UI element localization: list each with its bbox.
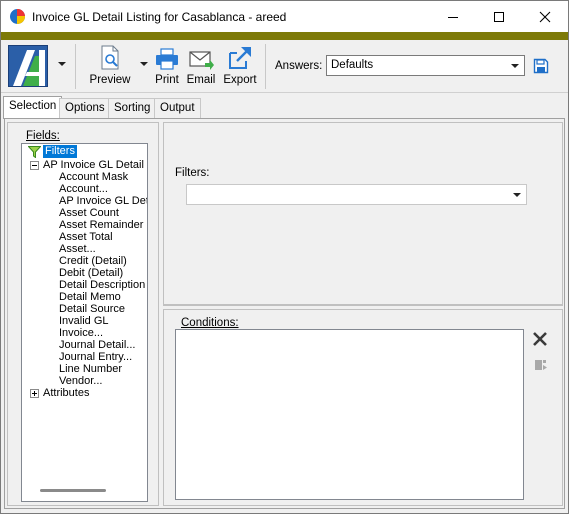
preview-dropdown-arrow[interactable] [140, 62, 148, 66]
print-label: Print [155, 74, 179, 86]
fields-panel: Fields: Filters AP Invoice GL Detail Acc… [7, 122, 159, 506]
title-bar: Invoice GL Detail Listing for Casablanca… [1, 1, 568, 32]
tab-options[interactable]: Options [59, 98, 111, 118]
app-logo-button[interactable] [8, 45, 48, 87]
export-label: Export [223, 74, 257, 86]
logo-dropdown-arrow[interactable] [58, 62, 66, 66]
conditions-panel: Conditions: [163, 309, 563, 506]
tree-item[interactable]: Asset Total [59, 231, 113, 243]
tree-item[interactable]: AP Invoice GL Deta [59, 195, 147, 207]
tab-sorting[interactable]: Sorting [108, 98, 157, 118]
expand-toggle-icon[interactable] [30, 389, 39, 398]
tree-item[interactable]: Detail Source [59, 303, 125, 315]
minimize-button[interactable] [430, 1, 476, 32]
print-icon [156, 48, 178, 70]
save-icon [533, 58, 549, 74]
filter-funnel-icon [28, 146, 41, 158]
email-icon [189, 51, 214, 70]
toolbar-separator [75, 44, 76, 89]
logo-icon [9, 46, 47, 86]
selection-tab-content: Fields: Filters AP Invoice GL Detail Acc… [4, 118, 565, 509]
tree-item[interactable]: Detail Description [59, 279, 145, 291]
preview-icon [101, 45, 119, 70]
preview-button[interactable]: Preview [88, 45, 132, 89]
tree-item[interactable]: Asset... [59, 243, 96, 255]
filters-label: Filters: [175, 167, 210, 179]
maximize-button[interactable] [476, 1, 522, 32]
tree-item[interactable]: Debit (Detail) [59, 267, 123, 279]
preview-label: Preview [89, 74, 131, 86]
export-button[interactable]: Export [222, 45, 258, 89]
tree-item[interactable]: Asset Count [59, 207, 119, 219]
email-label: Email [186, 74, 216, 86]
accent-bar [1, 32, 568, 40]
close-button[interactable] [522, 1, 568, 32]
window-title: Invoice GL Detail Listing for Casablanca… [32, 10, 287, 24]
conditions-list[interactable] [175, 329, 524, 500]
delete-x-icon [533, 332, 547, 346]
conditions-label: Conditions: [181, 317, 239, 329]
filters-select[interactable] [186, 184, 527, 205]
tree-item[interactable]: Detail Memo [59, 291, 121, 303]
group-conditions-icon [535, 360, 547, 370]
tree-item[interactable]: Journal Entry... [59, 351, 132, 363]
toolbar-separator [265, 44, 266, 89]
tree-item[interactable]: Account... [59, 183, 108, 195]
tree-group-ap-invoice-gl-detail[interactable]: AP Invoice GL Detail [43, 159, 144, 171]
answers-value: Defaults [331, 59, 374, 71]
app-pie-icon [10, 9, 25, 24]
fields-label: Fields: [26, 130, 60, 142]
horizontal-scrollbar-thumb[interactable] [40, 489, 106, 492]
tree-item[interactable]: Invoice... [59, 327, 103, 339]
delete-condition-button[interactable] [532, 331, 548, 350]
report-window: Invoice GL Detail Listing for Casablanca… [0, 0, 569, 514]
chevron-down-icon [513, 193, 521, 197]
tree-item[interactable]: Account Mask [59, 171, 128, 183]
tree-item[interactable]: Vendor... [59, 375, 102, 387]
collapse-toggle-icon[interactable] [30, 161, 39, 170]
tab-strip: Selection Options Sorting Output [1, 96, 568, 119]
tree-item[interactable]: Journal Detail... [59, 339, 135, 351]
answers-label: Answers: [275, 60, 323, 72]
email-button[interactable]: Email [186, 45, 216, 89]
print-button[interactable]: Print [152, 45, 182, 89]
minimize-icon [448, 16, 458, 18]
chevron-down-icon [511, 64, 519, 68]
tree-item[interactable]: Line Number [59, 363, 122, 375]
tree-item[interactable]: Credit (Detail) [59, 255, 127, 267]
tree-item[interactable]: Asset Remainder [59, 219, 143, 231]
filters-panel: Filters: [163, 122, 563, 305]
save-answers-button[interactable] [533, 58, 549, 77]
fields-tree[interactable]: Filters AP Invoice GL Detail Account Mas… [21, 143, 148, 502]
close-icon [539, 11, 551, 22]
toolbar: Preview Print Email Export Answers: Defa… [1, 40, 568, 93]
export-icon [229, 47, 251, 69]
tree-item-label: Filters [43, 145, 77, 158]
tree-item[interactable]: Invalid GL [59, 315, 109, 327]
maximize-icon [494, 11, 504, 22]
tree-group-attributes[interactable]: Attributes [43, 387, 89, 399]
group-condition-button[interactable] [534, 358, 548, 375]
tab-selection[interactable]: Selection [3, 96, 63, 119]
tab-output[interactable]: Output [154, 98, 201, 118]
answers-select[interactable]: Defaults [326, 55, 525, 76]
